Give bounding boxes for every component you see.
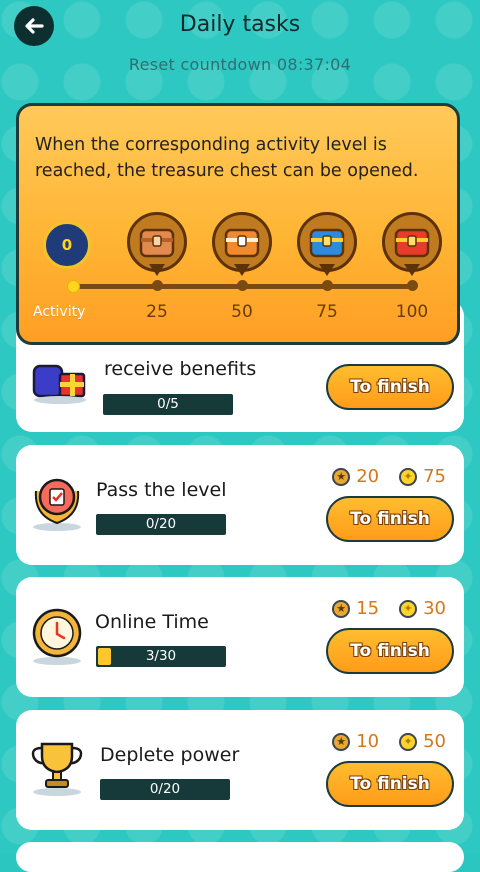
activity-panel: When the corresponding activity level is… (16, 103, 460, 345)
task-card-deplete-power: Deplete power 0/20 ★ 10 ✦ 50 To finish (16, 710, 464, 830)
star-coin-icon: ★ (332, 599, 351, 618)
task-rewards: ★ 15 ✦ 30 (332, 598, 446, 619)
task-rewards: ★ 10 ✦ 50 (332, 731, 446, 752)
chest-pin-tip (234, 264, 250, 276)
to-finish-button[interactable]: To finish (326, 496, 454, 542)
task-name: Deplete power (100, 744, 240, 766)
chest-pin (127, 212, 187, 272)
task-progress-bar: 3/30 (96, 646, 226, 667)
trophy-icon (26, 736, 88, 798)
task-progress-text: 0/5 (157, 396, 179, 412)
milestone-label-100: 100 (395, 302, 429, 322)
milestone-label-25: 25 (146, 302, 168, 322)
milestone-label-50: 50 (231, 302, 253, 322)
task-progress-text: 0/20 (149, 781, 181, 797)
chest-pin-tip (149, 264, 165, 276)
task-progress-text: 0/20 (145, 516, 177, 532)
activity-level-badge: 0 (43, 221, 91, 269)
reset-countdown: Reset countdown 08:37:04 (0, 55, 480, 74)
reward-star-amount: 10 (356, 731, 380, 752)
activity-description: When the corresponding activity level is… (35, 135, 419, 181)
task-name: Online Time (95, 611, 209, 633)
task-card-pass-the-level: Pass the level 0/20 ★ 20 ✦ 75 To finish (16, 445, 464, 565)
blue-chest-icon (309, 228, 345, 258)
reward-star-amount: 20 (356, 466, 380, 487)
chest-pin (297, 212, 357, 272)
gold-coin-icon: ✦ (399, 467, 418, 486)
chest-milestone-50[interactable] (212, 212, 272, 280)
star-coin-icon: ★ (332, 732, 351, 751)
task-progress-bar: 0/20 (100, 779, 230, 800)
activity-label: Activity (33, 304, 86, 320)
task-rewards: ★ 20 ✦ 75 (332, 466, 446, 487)
reward-star-amount: 15 (356, 598, 380, 619)
track-dot-start (67, 280, 80, 293)
reward-coin-amount: 75 (423, 466, 446, 487)
to-finish-button[interactable]: To finish (326, 628, 454, 674)
chest-milestone-100[interactable] (382, 212, 442, 280)
task-card-next (16, 842, 464, 872)
brown-chest-icon (139, 228, 175, 258)
task-progress-bar: 0/20 (96, 514, 226, 535)
chest-milestone-25[interactable] (127, 212, 187, 280)
countdown-time: 08:37:04 (276, 55, 352, 74)
level-badge-icon (26, 471, 88, 533)
to-finish-button[interactable]: To finish (326, 364, 454, 410)
track-dot-75 (322, 280, 333, 291)
milestone-label-75: 75 (316, 302, 338, 322)
track-dot-100 (407, 280, 418, 291)
orange-chest-icon (224, 228, 260, 258)
gold-coin-icon: ✦ (399, 732, 418, 751)
page-title: Daily tasks (179, 12, 301, 37)
gift-benefits-icon (30, 358, 94, 408)
chest-pin (212, 212, 272, 272)
track-dot-25 (152, 280, 163, 291)
countdown-label: Reset countdown (128, 55, 272, 74)
task-progress-fill (98, 648, 111, 665)
reward-coin-amount: 30 (423, 598, 446, 619)
chest-pin (382, 212, 442, 272)
task-card-online-time: Online Time 3/30 ★ 15 ✦ 30 To finish (16, 577, 464, 697)
chest-pin-tip (319, 264, 335, 276)
chest-pin-tip (404, 264, 420, 276)
chest-milestone-75[interactable] (297, 212, 357, 280)
task-name: receive benefits (104, 358, 257, 380)
task-progress-text: 3/30 (145, 648, 177, 664)
red-chest-icon (394, 228, 430, 258)
reward-coin-amount: 50 (423, 731, 446, 752)
gold-coin-icon: ✦ (399, 599, 418, 618)
clock-icon (26, 605, 88, 667)
star-coin-icon: ★ (332, 467, 351, 486)
task-name: Pass the level (96, 479, 227, 501)
task-progress-bar: 0/5 (103, 394, 233, 415)
to-finish-button[interactable]: To finish (326, 761, 454, 807)
track-dot-50 (237, 280, 248, 291)
